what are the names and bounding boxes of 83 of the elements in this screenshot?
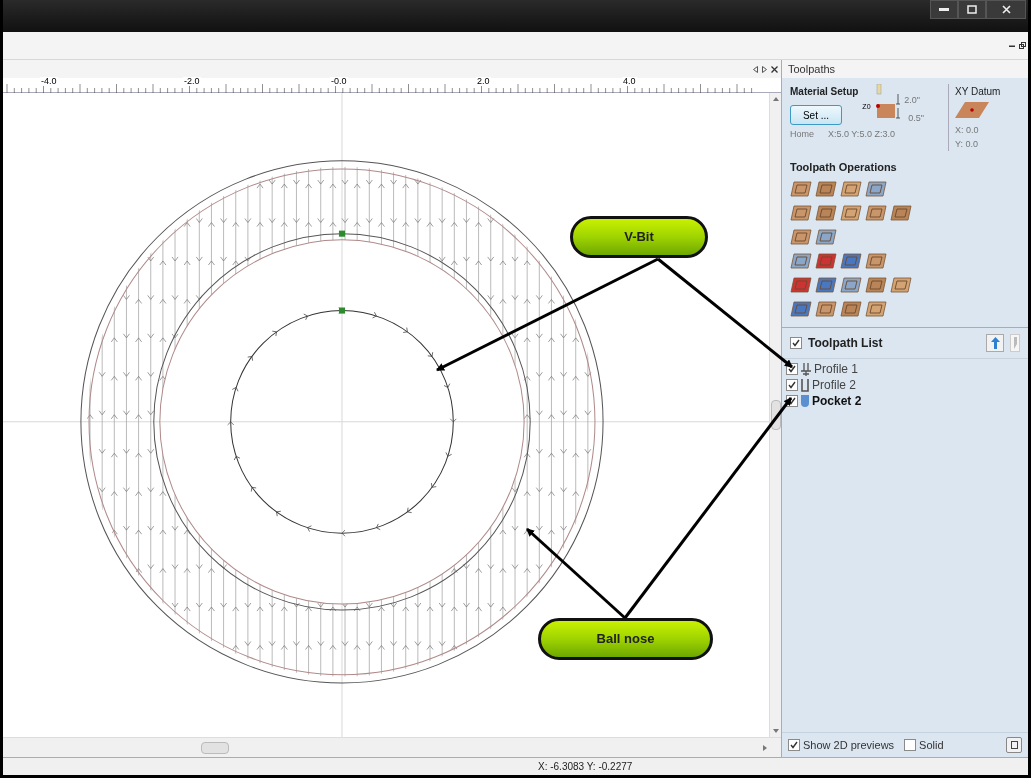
- panel-title: Toolpaths: [788, 61, 836, 77]
- home-position: X:5.0 Y:5.0 Z:3.0: [828, 128, 895, 141]
- tool-icon[interactable]: [790, 203, 812, 223]
- tool-icon[interactable]: [865, 203, 887, 223]
- tool-icon[interactable]: [890, 203, 912, 223]
- checkbox[interactable]: [788, 738, 800, 751]
- tool-icon[interactable]: [890, 275, 912, 295]
- offset-label: 0.5": [908, 114, 925, 123]
- tool-icon[interactable]: [840, 251, 862, 271]
- ball-nose-icon: [800, 394, 810, 408]
- tool-icon[interactable]: [840, 299, 862, 319]
- option-label: Solid: [919, 737, 944, 753]
- close-icon[interactable]: [771, 65, 778, 73]
- arrow-up-icon: [990, 337, 1000, 349]
- list-title: Toolpath List: [808, 335, 884, 352]
- minimize-button[interactable]: [930, 0, 958, 19]
- tool-icon[interactable]: [815, 227, 837, 247]
- tool-icon[interactable]: [790, 299, 812, 319]
- scroll-right-icon[interactable]: [762, 65, 767, 73]
- vertical-scrollbar[interactable]: [769, 93, 781, 737]
- tool-icon[interactable]: [865, 299, 887, 319]
- ruler-label: 4.0: [622, 77, 637, 86]
- tool-icon[interactable]: [815, 251, 837, 271]
- toolpath-name: Pocket 2: [812, 393, 862, 410]
- move-up-button[interactable]: [986, 334, 1004, 352]
- maximize-button[interactable]: [958, 0, 986, 19]
- section-title: XY Datum: [955, 85, 1001, 99]
- ruler-label: -0.0: [330, 77, 348, 86]
- tool-icon[interactable]: [865, 179, 887, 199]
- ruler-label: -4.0: [40, 77, 58, 86]
- tool-icon[interactable]: [790, 275, 812, 295]
- scroll-up-icon: [772, 97, 779, 101]
- horizontal-scrollbar[interactable]: [3, 737, 781, 757]
- scroll-down-icon: [772, 729, 779, 733]
- tool-icon[interactable]: [815, 203, 837, 223]
- callout-label: Ball nose: [538, 618, 713, 660]
- tool-icon[interactable]: [840, 203, 862, 223]
- checkbox[interactable]: [790, 337, 802, 349]
- tool-icon[interactable]: [840, 179, 862, 199]
- scroll-thumb[interactable]: [770, 400, 781, 430]
- checkbox[interactable]: [786, 379, 798, 391]
- datum-plane-icon[interactable]: [955, 102, 989, 118]
- ruler-label: 2.0: [476, 77, 491, 86]
- toolpath-item[interactable]: Profile 1: [786, 361, 1024, 377]
- callout-label: V-Bit: [570, 216, 708, 258]
- tool-icon[interactable]: [865, 251, 887, 271]
- ruler-label: -2.0: [183, 77, 201, 86]
- maximize-icon: [967, 5, 977, 14]
- datum-x: X: 0.0: [955, 125, 980, 137]
- close-icon: [1001, 5, 1011, 14]
- thickness-label: 2.0": [904, 96, 921, 105]
- toolpath-item[interactable]: Pocket 2: [786, 393, 1024, 409]
- option-label: Show 2D previews: [803, 737, 895, 753]
- toolpath-name: Profile 2: [812, 377, 857, 394]
- tool-icon[interactable]: [865, 275, 887, 295]
- scroll-right-icon: [763, 744, 767, 751]
- checkbox[interactable]: [904, 738, 917, 751]
- scroll-left-icon[interactable]: [753, 65, 758, 73]
- section-title: Material Setup: [790, 85, 859, 99]
- datum-y: Y: 0.0: [955, 139, 980, 151]
- end-mill-icon: [800, 378, 810, 392]
- restore-icon[interactable]: [1019, 42, 1026, 49]
- tool-icon[interactable]: [815, 299, 837, 319]
- v-bit-icon: [800, 362, 812, 376]
- tool-icon[interactable]: [790, 251, 812, 271]
- tool-icon[interactable]: [790, 179, 812, 199]
- tool-icon[interactable]: [815, 275, 837, 295]
- set-button[interactable]: Set ...: [790, 105, 842, 125]
- cursor-coordinates: X: -6.3083 Y: -0.2277: [538, 760, 633, 774]
- home-label: Home: [790, 128, 814, 141]
- tool-icon[interactable]: [790, 227, 812, 247]
- tool-icon[interactable]: [840, 275, 862, 295]
- tool-icon[interactable]: [815, 179, 837, 199]
- scroll-thumb[interactable]: [201, 741, 229, 754]
- preview-button[interactable]: [1006, 736, 1022, 753]
- close-button[interactable]: [986, 0, 1026, 19]
- minimize-icon: [939, 7, 949, 12]
- minimize-icon[interactable]: [1009, 44, 1015, 47]
- arrow-down-icon: [1011, 337, 1017, 349]
- window-icon: [1010, 740, 1018, 749]
- toolpath-item[interactable]: Profile 2: [786, 377, 1024, 393]
- toolpath-name: Profile 1: [814, 361, 859, 378]
- section-title: Toolpath Operations: [789, 159, 898, 175]
